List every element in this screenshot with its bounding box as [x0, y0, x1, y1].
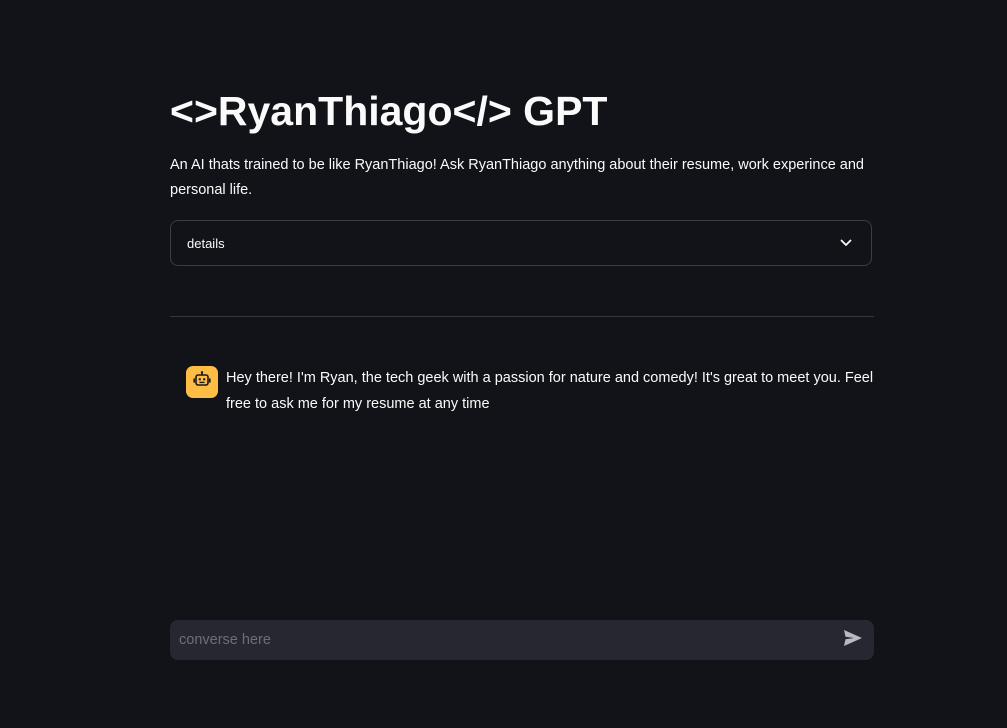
send-icon	[843, 629, 863, 652]
chat-message-assistant: Hey there! I'm Ryan, the tech geek with …	[186, 366, 874, 417]
chevron-down-icon	[839, 236, 853, 250]
chat-input-container	[170, 620, 874, 660]
app-page: <>RyanThiago</> GPT An AI thats trained …	[0, 0, 1007, 728]
message-text: Hey there! I'm Ryan, the tech geek with …	[226, 370, 874, 412]
send-button[interactable]	[842, 629, 864, 651]
page-title: <>RyanThiago</> GPT	[170, 88, 608, 134]
page-description: An AI thats trained to be like RyanThiag…	[170, 157, 864, 198]
chat-input[interactable]	[179, 632, 842, 648]
assistant-avatar	[186, 366, 218, 398]
expander-label: details	[187, 235, 225, 251]
divider	[170, 316, 874, 317]
details-expander[interactable]: details	[170, 220, 872, 266]
robot-icon	[192, 370, 212, 395]
